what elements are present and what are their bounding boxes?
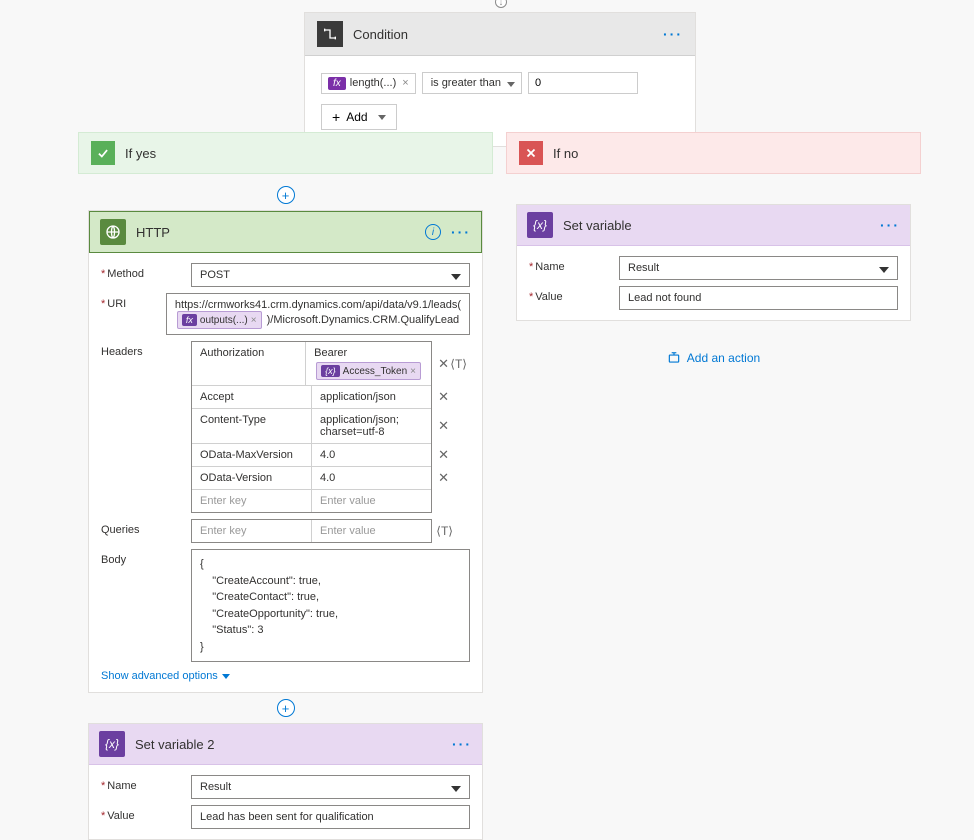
condition-left-operand[interactable]: fx length(...) × [321,73,416,94]
condition-operator[interactable]: is greater than [422,72,522,94]
add-action-link[interactable]: Add an action [667,351,760,365]
header-row[interactable]: Authorization Bearer {x} Access_Token × … [192,342,431,386]
delete-row-icon[interactable]: ✕ [438,356,449,372]
sv2-header[interactable]: {x} Set variable 2 ··· [89,724,482,765]
advanced-options-link[interactable]: Show advanced options [101,670,230,682]
condition-icon [317,21,343,47]
remove-chip-icon[interactable]: × [402,77,408,89]
sv2-value-input[interactable]: Lead has been sent for qualification [191,805,470,829]
sv2-name-select[interactable]: Result [191,775,470,799]
sv-name-label: Name [529,256,619,273]
sv2-name-label: Name [101,775,191,792]
method-select[interactable]: POST [191,263,470,287]
fx-badge-icon: fx [182,314,197,326]
header-row[interactable]: Content-Type application/json; charset=u… [192,409,431,444]
condition-right-operand[interactable] [528,72,638,94]
body-input[interactable]: { "CreateAccount": true, "CreateContact"… [191,549,470,662]
variable-icon: {x} [99,731,125,757]
condition-header[interactable]: Condition ··· [305,13,695,56]
http-action-card: HTTP i ··· Method POST URI https://crmwo… [88,210,483,693]
condition-card: Condition ··· fx length(...) × is greate… [304,12,696,147]
close-icon [519,141,543,165]
http-icon [100,219,126,245]
sv-header[interactable]: {x} Set variable ··· [517,205,910,246]
auth-token[interactable]: {x} Access_Token × [316,362,421,380]
if-no-branch: If no {x} Set variable ··· Name Result V… [506,132,921,368]
remove-token-icon[interactable]: × [410,366,416,377]
check-icon [91,141,115,165]
format-icon[interactable]: ⟨T⟩ [450,357,467,371]
header-row[interactable]: Accept application/json ✕ [192,386,431,409]
sv-title: Set variable [563,218,880,233]
body-label: Body [101,549,191,566]
delete-row-icon[interactable]: ✕ [438,470,449,486]
if-no-header[interactable]: If no [506,132,921,174]
add-condition-button[interactable]: + Add [321,104,397,130]
if-yes-label: If yes [125,146,156,161]
http-menu[interactable]: ··· [451,224,471,240]
headers-table: Authorization Bearer {x} Access_Token × … [191,341,432,513]
insert-step-button[interactable]: + [277,699,295,717]
headers-label: Headers [101,341,191,358]
variable-icon: {x} [527,212,553,238]
expr-text: length(...) [350,77,396,89]
delete-row-icon[interactable]: ✕ [438,447,449,463]
plus-icon: + [332,109,340,125]
insert-step-button[interactable]: + [277,186,295,204]
method-label: Method [101,263,191,280]
if-yes-header[interactable]: If yes [78,132,493,174]
sv2-value-label: Value [101,805,191,822]
variable-badge-icon: {x} [321,365,340,377]
fx-badge-icon: fx [328,77,346,90]
query-row-empty[interactable]: Enter key Enter value ⟨T⟩ [192,520,431,542]
sv-value-label: Value [529,286,619,303]
header-row[interactable]: OData-MaxVersion 4.0 ✕ [192,444,431,467]
condition-title: Condition [353,27,663,42]
sv2-menu[interactable]: ··· [452,736,472,752]
uri-label: URI [101,293,166,310]
delete-row-icon[interactable]: ✕ [438,389,449,405]
http-header[interactable]: HTTP i ··· [89,211,482,253]
info-icon[interactable]: i [425,224,441,240]
if-yes-branch: If yes + HTTP i ··· Method POST URI http… [78,132,493,840]
http-title: HTTP [136,225,425,240]
uri-input[interactable]: https://crmworks41.crm.dynamics.com/api/… [166,293,470,335]
set-variable-2-card: {x} Set variable 2 ··· Name Result Value… [88,723,483,840]
set-variable-card: {x} Set variable ··· Name Result Value L… [516,204,911,321]
sv-name-select[interactable]: Result [619,256,898,280]
sv2-title: Set variable 2 [135,737,452,752]
header-row-empty[interactable]: Enter key Enter value [192,490,431,512]
uri-token[interactable]: fx outputs(...) × [177,311,262,329]
format-icon[interactable]: ⟨T⟩ [436,524,453,538]
condition-menu[interactable]: ··· [663,26,683,42]
sv-value-input[interactable]: Lead not found [619,286,898,310]
queries-table: Enter key Enter value ⟨T⟩ [191,519,432,543]
remove-token-icon[interactable]: × [251,315,257,326]
sv-menu[interactable]: ··· [880,217,900,233]
queries-label: Queries [101,519,191,536]
add-action-icon [667,351,681,365]
if-no-label: If no [553,146,578,161]
delete-row-icon[interactable]: ✕ [438,418,449,434]
header-row[interactable]: OData-Version 4.0 ✕ [192,467,431,490]
flow-arrow-in [495,0,507,8]
